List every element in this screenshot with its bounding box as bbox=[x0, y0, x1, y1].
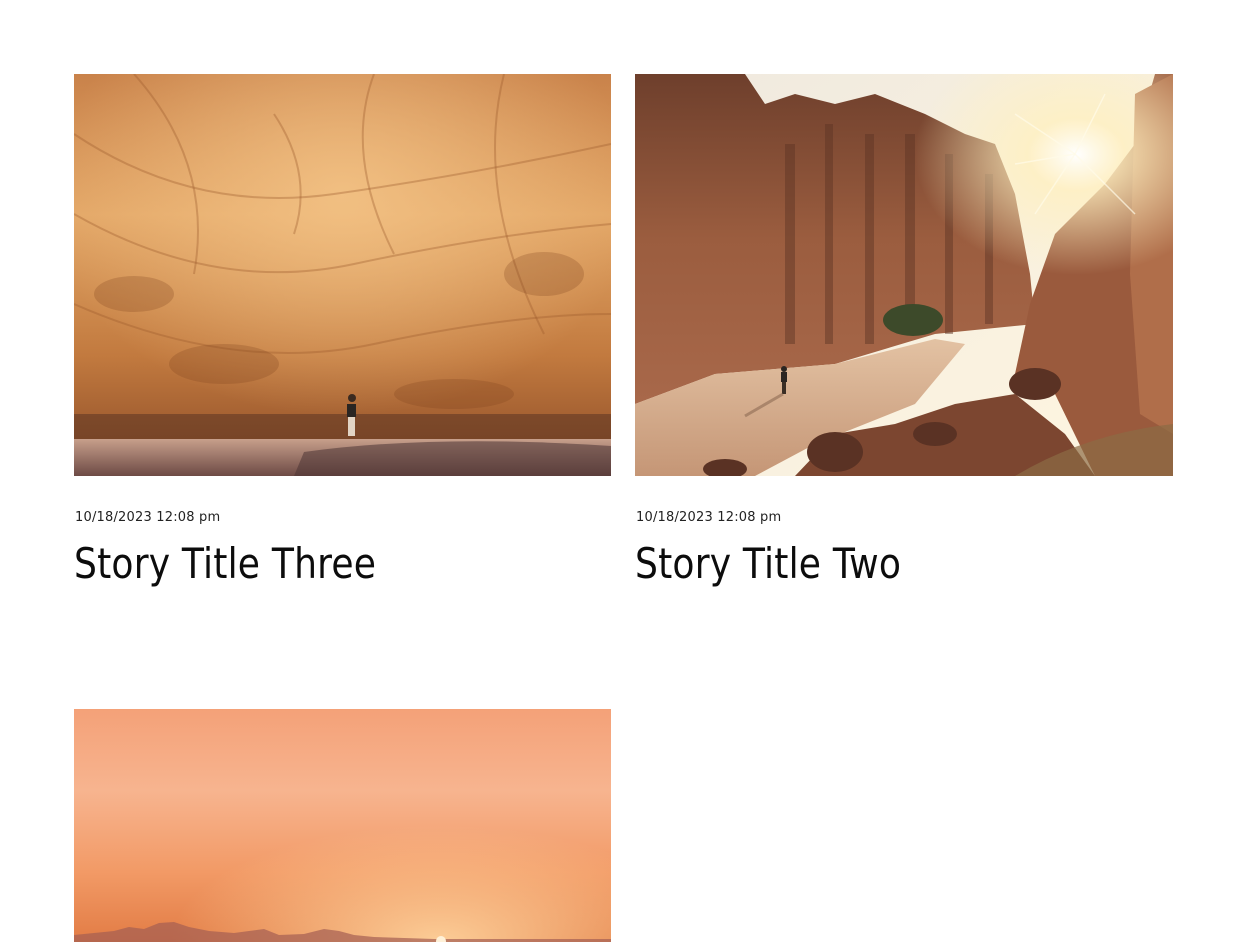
desert-cliff-with-hiker-photo bbox=[74, 74, 611, 476]
desert-canyon-sunburst-photo bbox=[635, 74, 1173, 476]
stories-grid: 10/18/2023 12:08 pm Story Title Three 10… bbox=[0, 0, 1247, 942]
story-image[interactable] bbox=[635, 74, 1173, 476]
story-card[interactable] bbox=[74, 709, 611, 942]
story-title[interactable]: Story Title Three bbox=[74, 539, 536, 588]
story-card[interactable]: 10/18/2023 12:08 pm Story Title Three bbox=[74, 74, 611, 588]
story-card[interactable]: 10/18/2023 12:08 pm Story Title Two bbox=[635, 74, 1173, 588]
story-date: 10/18/2023 12:08 pm bbox=[75, 510, 221, 525]
story-image[interactable] bbox=[74, 74, 611, 476]
story-date: 10/18/2023 12:08 pm bbox=[636, 510, 782, 525]
story-title[interactable]: Story Title Two bbox=[635, 539, 1098, 588]
desert-sunset-photo bbox=[74, 709, 611, 942]
story-image[interactable] bbox=[74, 709, 611, 942]
